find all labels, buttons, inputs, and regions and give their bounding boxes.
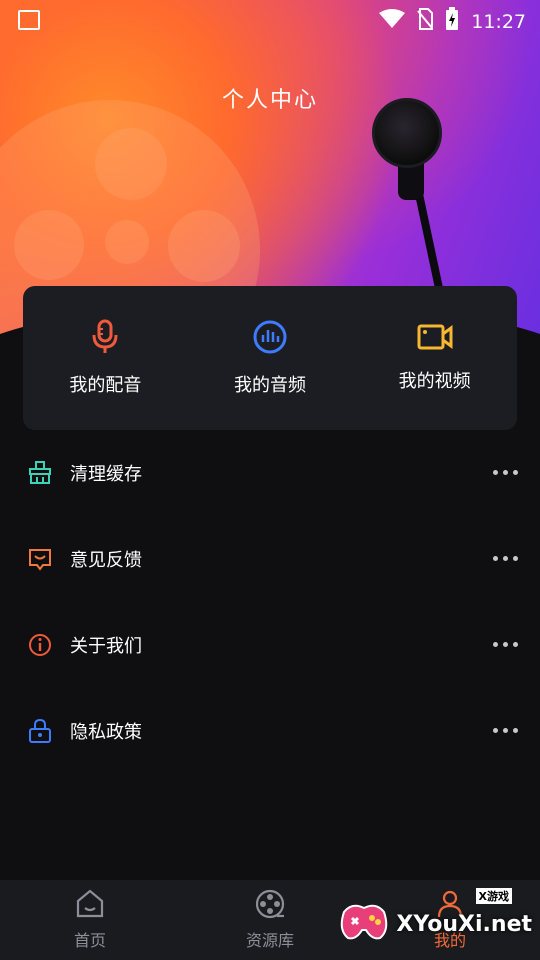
more-options-icon[interactable] bbox=[493, 556, 518, 561]
menu-item-feedback[interactable]: 意见反馈 bbox=[0, 516, 540, 602]
quick-actions-card: 我的配音 我的音频 我的视频 bbox=[23, 286, 517, 430]
menu-item-label: 关于我们 bbox=[70, 636, 142, 657]
decorative-circle bbox=[168, 210, 240, 282]
menu-item-label: 隐私政策 bbox=[70, 722, 142, 743]
tab-library[interactable]: 资源库 bbox=[180, 880, 360, 960]
battery-charging-icon bbox=[445, 7, 459, 36]
watermark-tag: X游戏 bbox=[475, 888, 512, 904]
menu-item-about-us[interactable]: 关于我们 bbox=[0, 602, 540, 688]
more-options-icon[interactable] bbox=[493, 642, 518, 647]
video-camera-icon bbox=[417, 323, 453, 355]
home-icon bbox=[75, 889, 105, 923]
no-sim-icon bbox=[417, 8, 434, 35]
watermark-logo: XYouXi.net X游戏 bbox=[338, 888, 532, 948]
image-notification-icon bbox=[18, 10, 40, 30]
clock-time: 11:27 bbox=[471, 10, 526, 33]
info-icon bbox=[28, 633, 52, 657]
decorative-circle bbox=[95, 128, 167, 200]
menu-item-label: 意见反馈 bbox=[70, 550, 142, 571]
status-bar: 11:27 bbox=[0, 0, 540, 38]
decorative-circle bbox=[14, 210, 84, 280]
quick-action-label: 我的配音 bbox=[69, 375, 142, 396]
audio-wave-icon bbox=[252, 319, 288, 359]
wifi-icon bbox=[379, 9, 406, 34]
menu-item-label: 清理缓存 bbox=[70, 464, 142, 485]
quick-action-my-audio[interactable]: 我的音频 bbox=[188, 286, 353, 430]
more-options-icon[interactable] bbox=[493, 728, 518, 733]
feedback-icon bbox=[28, 547, 52, 571]
film-reel-icon bbox=[255, 889, 285, 923]
broom-icon bbox=[28, 461, 52, 485]
quick-action-my-dubbing[interactable]: 我的配音 bbox=[23, 286, 188, 430]
gamepad-icon bbox=[338, 900, 390, 948]
quick-action-my-video[interactable]: 我的视频 bbox=[352, 286, 517, 430]
tab-label: 资源库 bbox=[245, 931, 294, 950]
quick-action-label: 我的音频 bbox=[234, 375, 306, 396]
settings-menu: 清理缓存 意见反馈 关于我们 隐私政策 bbox=[0, 430, 540, 774]
tab-label: 首页 bbox=[73, 931, 106, 950]
lock-icon bbox=[28, 718, 52, 743]
menu-item-clear-cache[interactable]: 清理缓存 bbox=[0, 430, 540, 516]
menu-item-privacy-policy[interactable]: 隐私政策 bbox=[0, 688, 540, 774]
page-title: 个人中心 bbox=[221, 88, 318, 113]
microphone-icon bbox=[91, 319, 119, 359]
watermark-text: XYouXi.net bbox=[396, 911, 532, 937]
more-options-icon[interactable] bbox=[493, 470, 518, 475]
tab-home[interactable]: 首页 bbox=[0, 880, 180, 960]
decorative-circle bbox=[105, 220, 149, 264]
quick-action-label: 我的视频 bbox=[398, 371, 471, 392]
